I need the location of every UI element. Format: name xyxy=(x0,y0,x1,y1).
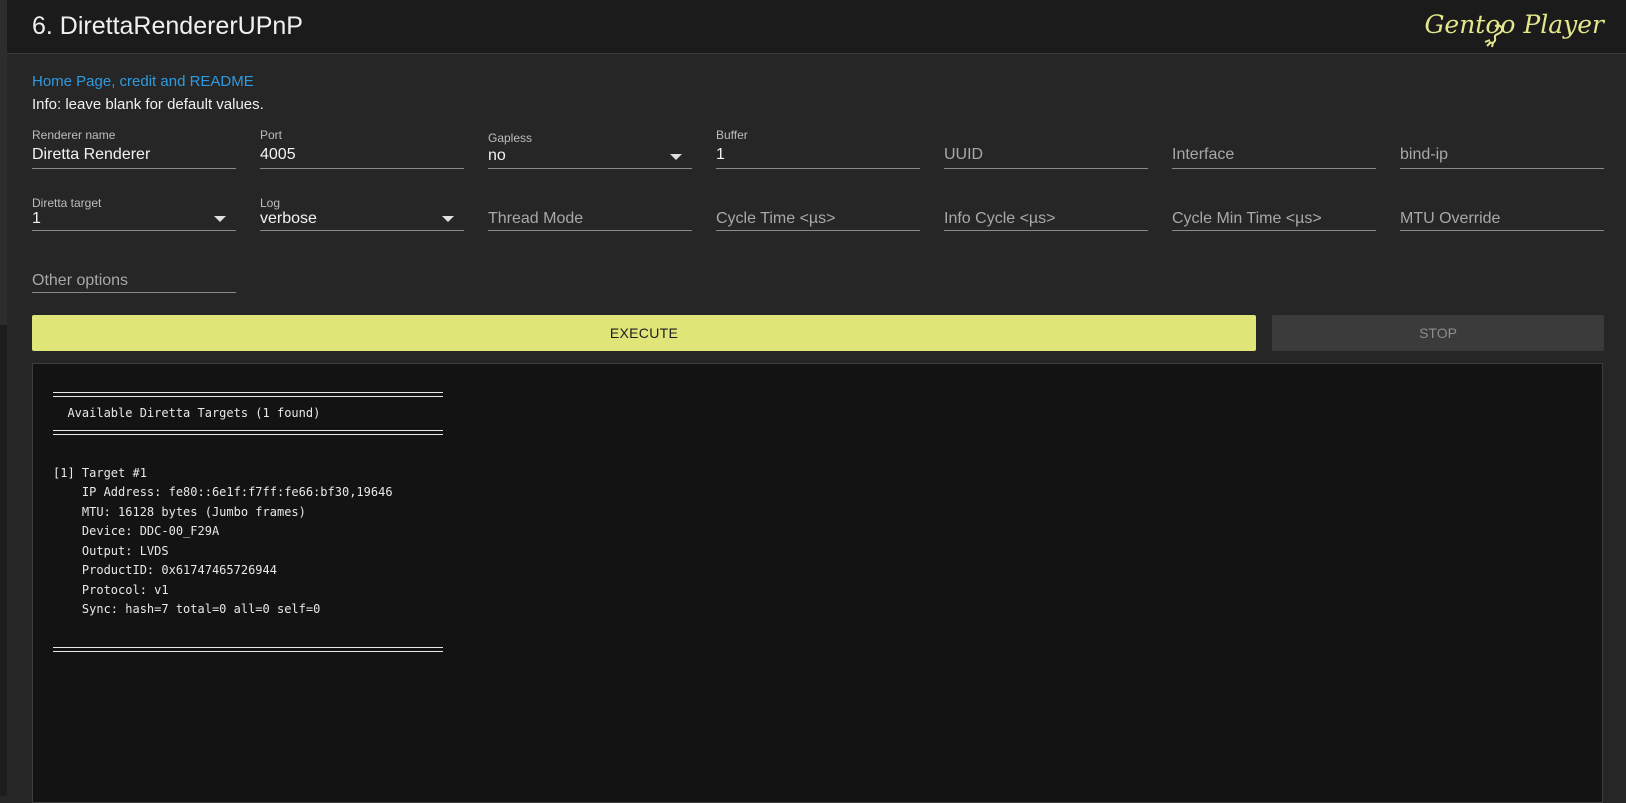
chevron-down-icon[interactable] xyxy=(670,154,682,160)
cycle-min-time-field[interactable]: Cycle Min Time <µs> xyxy=(1172,196,1376,231)
chevron-down-icon[interactable] xyxy=(214,216,226,222)
stop-button[interactable]: STOP xyxy=(1272,315,1604,351)
renderer-name-value[interactable]: Diretta Renderer xyxy=(32,146,150,164)
port-field[interactable]: Port 4005 xyxy=(260,128,464,169)
scrollbar-thumb[interactable] xyxy=(0,325,7,796)
console-line: [1] Target #1 xyxy=(53,466,147,480)
interface-field[interactable]: Interface xyxy=(1172,128,1376,169)
home-page-link[interactable]: Home Page, credit and README xyxy=(32,73,254,90)
interface-placeholder[interactable]: Interface xyxy=(1172,146,1234,164)
page-title: 6. DirettaRendererUPnP xyxy=(32,12,303,40)
log-value[interactable]: verbose xyxy=(260,210,317,228)
info-cycle-field[interactable]: Info Cycle <µs> xyxy=(944,196,1148,231)
info-cycle-placeholder[interactable]: Info Cycle <µs> xyxy=(944,210,1056,228)
console-output: Available Diretta Targets (1 found) [1] … xyxy=(32,363,1603,803)
mtu-override-field[interactable]: MTU Override xyxy=(1400,196,1604,231)
cycle-min-time-placeholder[interactable]: Cycle Min Time <µs> xyxy=(1172,210,1322,228)
thread-mode-field[interactable]: Thread Mode xyxy=(488,196,692,231)
other-options-field[interactable]: Other options xyxy=(32,258,236,293)
chevron-down-icon[interactable] xyxy=(442,216,454,222)
buffer-label: Buffer xyxy=(716,128,748,142)
console-line: Sync: hash=7 total=0 all=0 self=0 xyxy=(53,602,321,616)
cycle-time-placeholder[interactable]: Cycle Time <µs> xyxy=(716,210,835,228)
logo-text: Gentoo Player xyxy=(1424,10,1604,39)
port-value[interactable]: 4005 xyxy=(260,146,296,164)
other-options-placeholder[interactable]: Other options xyxy=(32,272,128,290)
console-line: Protocol: v1 xyxy=(53,583,169,597)
gapless-label: Gapless xyxy=(488,131,533,145)
log-select[interactable]: Log verbose xyxy=(260,196,464,231)
port-label: Port xyxy=(260,128,283,142)
diretta-target-value[interactable]: 1 xyxy=(32,210,41,228)
info-text: Info: leave blank for default values. xyxy=(32,96,264,113)
gapless-select[interactable]: Gapless no xyxy=(488,131,692,169)
console-line: MTU: 16128 bytes (Jumbo frames) xyxy=(53,505,306,519)
execute-button[interactable]: EXECUTE xyxy=(32,315,1256,351)
diretta-target-select[interactable]: Diretta target 1 xyxy=(32,196,236,231)
console-rule xyxy=(53,430,443,435)
scorpion-icon xyxy=(1485,24,1504,48)
gentoo-player-logo: Gentoo Player xyxy=(1424,10,1604,48)
mtu-override-placeholder[interactable]: MTU Override xyxy=(1400,210,1500,228)
console-line: Device: DDC-00_F29A xyxy=(53,524,220,538)
console-line: IP Address: fe80::6e1f:f7ff:fe66:bf30,19… xyxy=(53,485,393,499)
gapless-value[interactable]: no xyxy=(488,147,506,165)
diretta-target-label: Diretta target xyxy=(32,196,102,210)
bind-ip-placeholder[interactable]: bind-ip xyxy=(1400,146,1448,164)
left-scrollbar[interactable] xyxy=(0,0,7,796)
bind-ip-field[interactable]: bind-ip xyxy=(1400,128,1604,169)
console-heading: Available Diretta Targets (1 found) xyxy=(53,406,321,420)
console-line: ProductID: 0x61747465726944 xyxy=(53,563,277,577)
console-rule xyxy=(53,647,443,652)
console-line: Output: LVDS xyxy=(53,544,169,558)
buffer-value[interactable]: 1 xyxy=(716,146,725,164)
console-rule xyxy=(53,392,443,397)
log-label: Log xyxy=(260,196,281,210)
uuid-field[interactable]: UUID xyxy=(944,128,1148,169)
thread-mode-placeholder[interactable]: Thread Mode xyxy=(488,210,583,228)
top-bar: 6. DirettaRendererUPnP Gentoo Player xyxy=(7,0,1626,54)
renderer-name-label: Renderer name xyxy=(32,128,116,142)
buffer-field[interactable]: Buffer 1 xyxy=(716,128,920,169)
cycle-time-field[interactable]: Cycle Time <µs> xyxy=(716,196,920,231)
renderer-name-field[interactable]: Renderer name Diretta Renderer xyxy=(32,128,236,169)
uuid-placeholder[interactable]: UUID xyxy=(944,146,983,164)
